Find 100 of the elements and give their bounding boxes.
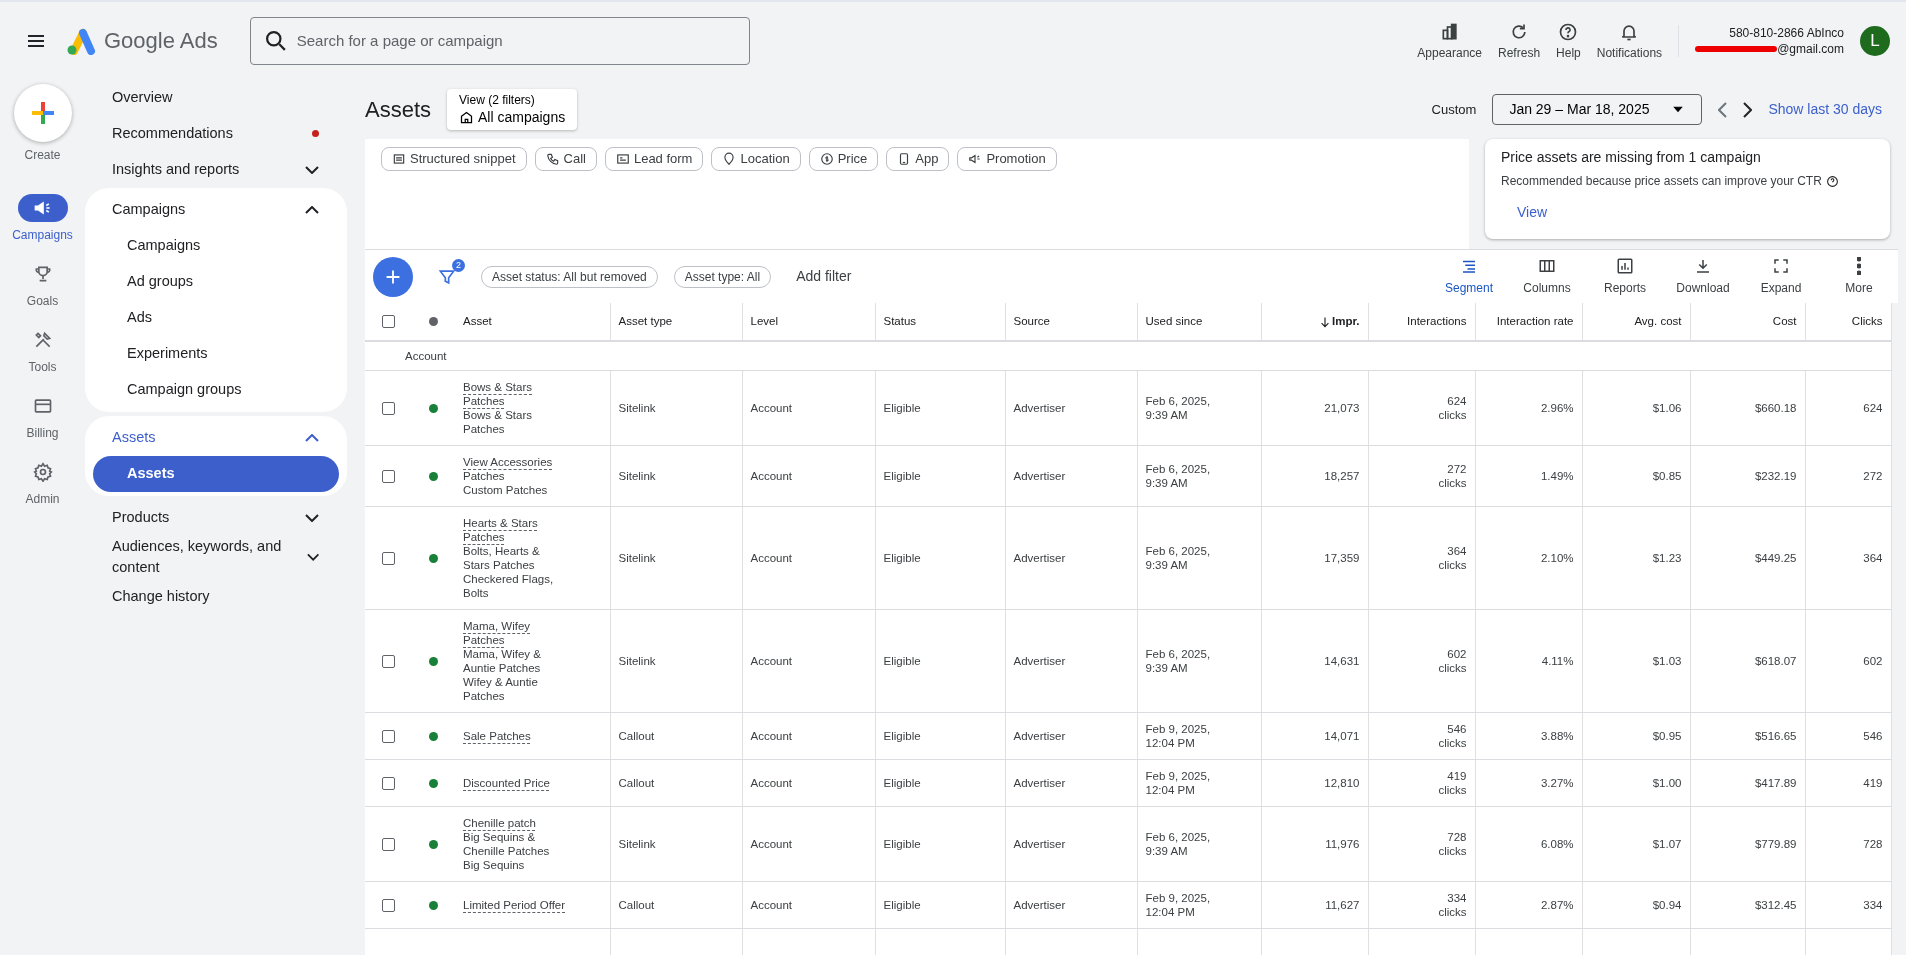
asset-headline-link[interactable]: View Accessories (463, 454, 553, 469)
rail-item[interactable]: Goals (2, 259, 83, 310)
nav-item[interactable]: Experiments (85, 335, 347, 372)
asset-headline-link[interactable]: Sale Patches (463, 728, 531, 743)
nav-item[interactable]: Recommendations (85, 115, 347, 152)
checkbox[interactable] (381, 899, 395, 913)
nav-item[interactable]: Assets (93, 455, 339, 492)
table-cell: $1.00 (1652, 776, 1682, 789)
column-header[interactable]: Source (1005, 302, 1137, 341)
rail-item[interactable]: Admin (2, 457, 83, 508)
asset-type-chip[interactable]: Location (711, 147, 801, 171)
column-header[interactable]: Used since (1137, 302, 1261, 341)
column-header[interactable]: Asset type (610, 302, 742, 341)
search-field[interactable]: Search for a page or campaign (249, 16, 750, 65)
column-header[interactable]: Impr. (1261, 302, 1368, 341)
chevron-up-icon (305, 205, 319, 214)
table-cell: 2.87% (1540, 898, 1574, 911)
checkbox[interactable] (381, 552, 395, 566)
checkbox[interactable] (381, 470, 395, 484)
asset-text: Custom Patches (463, 482, 549, 497)
column-header[interactable]: Clicks (1805, 302, 1891, 341)
table-cell: 334 (1863, 898, 1883, 911)
asset-type-chip[interactable]: App (886, 147, 950, 171)
checkbox[interactable] (381, 315, 395, 329)
asset-type-chip[interactable]: Call (534, 147, 597, 171)
nav-item[interactable]: Assets (85, 419, 347, 456)
nav-item[interactable]: Change history (85, 579, 347, 616)
nav-item[interactable]: Campaign groups (85, 371, 347, 408)
checkbox[interactable] (381, 838, 395, 852)
nav-item[interactable]: Ad groups (85, 263, 347, 300)
asset-text: Mama, Wifey & Auntie Patches (463, 646, 542, 675)
column-header[interactable]: Avg. cost (1582, 302, 1690, 341)
toolbar-button[interactable]: Expand (1750, 256, 1812, 297)
view-link[interactable]: View (1517, 202, 1548, 224)
asset-headline-link[interactable]: Bows & Stars Patches (463, 379, 570, 408)
asset-headline-link[interactable]: Mama, Wifey Patches (463, 618, 570, 647)
table-cell-text: Feb 6, 2025, (1145, 393, 1212, 408)
help-icon (1558, 21, 1579, 42)
table-cell: Advertiser (1013, 401, 1066, 414)
rail-item[interactable]: Billing (2, 391, 83, 442)
rail-item[interactable]: Campaigns (2, 193, 83, 244)
table-cell: Eligible (883, 837, 921, 850)
nav-item[interactable]: Ads (85, 299, 347, 336)
table-cell: 11,627 (1325, 898, 1360, 911)
add-filter-button[interactable]: Add filter (795, 265, 853, 289)
asset-type-chip[interactable]: Promotion (957, 147, 1057, 171)
rail-item[interactable]: Tools (2, 325, 83, 376)
table-cell-text: 546 (1446, 721, 1467, 736)
asset-headline-link[interactable]: Discounted Price (463, 775, 550, 790)
table-cell-text: Feb 6, 2025, (1145, 543, 1212, 558)
nav-item[interactable]: Insights and reports (85, 151, 347, 188)
nav-item[interactable]: Campaigns (85, 227, 347, 264)
asset-type-chip[interactable]: Price (808, 147, 879, 171)
filter-chip[interactable]: Asset status: All but removed (481, 265, 658, 288)
view-selector[interactable]: View (2 filters) All campaigns (447, 88, 578, 130)
asset-headline-link[interactable]: Chenille patch (463, 815, 536, 830)
header-action[interactable]: Notifications (1588, 21, 1671, 60)
date-range-dropdown[interactable]: Jan 29 – Mar 18, 2025 (1492, 93, 1703, 125)
add-button[interactable] (373, 256, 413, 297)
date-range-label: Custom (1431, 100, 1477, 119)
asset-type-chip[interactable]: Lead form (604, 147, 704, 171)
toolbar-button[interactable]: Download (1672, 256, 1734, 297)
asset-headline-link[interactable]: Hearts & Stars Patches (463, 515, 570, 544)
column-header[interactable]: Cost (1690, 302, 1805, 341)
group-label: Account (405, 349, 447, 362)
chevron-down-icon (305, 165, 319, 174)
chevron-up-icon (305, 433, 319, 442)
card-title: Price assets are missing from 1 campaign (1501, 148, 1762, 168)
toolbar-button[interactable]: More (1828, 256, 1890, 297)
table-cell: Account (750, 551, 793, 564)
nav-item[interactable]: Audiences, keywords, and content (85, 535, 347, 580)
table-cell-text: 602 (1446, 646, 1467, 661)
column-header[interactable]: Asset (455, 302, 610, 341)
table-cell-text: clicks (1437, 557, 1467, 572)
show-last-30-days-link[interactable]: Show last 30 days (1768, 98, 1882, 120)
checkbox[interactable] (381, 730, 395, 744)
table-cell: $0.95 (1652, 729, 1682, 742)
column-header[interactable]: Level (742, 302, 875, 341)
column-header[interactable]: Status (875, 302, 1005, 341)
column-header[interactable]: Interaction rate (1475, 302, 1582, 341)
account-avatar[interactable]: L (1860, 25, 1890, 56)
asset-type-chip[interactable]: Structured snippet (381, 147, 527, 171)
header-action[interactable]: Help (1548, 21, 1589, 60)
column-header[interactable]: Interactions (1368, 302, 1475, 341)
table-cell-text: Feb 6, 2025, (1145, 461, 1212, 476)
nav-item[interactable]: Overview (85, 79, 347, 116)
checkbox[interactable] (381, 777, 395, 791)
header-action[interactable]: Refresh (1490, 21, 1549, 60)
table-cell: 3.88% (1540, 729, 1574, 742)
checkbox[interactable] (381, 402, 395, 416)
toolbar-button[interactable]: Columns (1516, 256, 1578, 297)
table-cell: $0.85 (1652, 469, 1682, 482)
nav-item[interactable]: Products (85, 499, 347, 536)
header-action[interactable]: Appearance (1409, 21, 1491, 60)
nav-item[interactable]: Campaigns (85, 191, 347, 228)
filter-chip[interactable]: Asset type: All (673, 265, 772, 288)
checkbox[interactable] (381, 655, 395, 669)
asset-headline-link[interactable]: Limited Period Offer (463, 897, 566, 912)
toolbar-button[interactable]: Segment (1438, 256, 1500, 297)
toolbar-button[interactable]: Reports (1594, 256, 1656, 297)
